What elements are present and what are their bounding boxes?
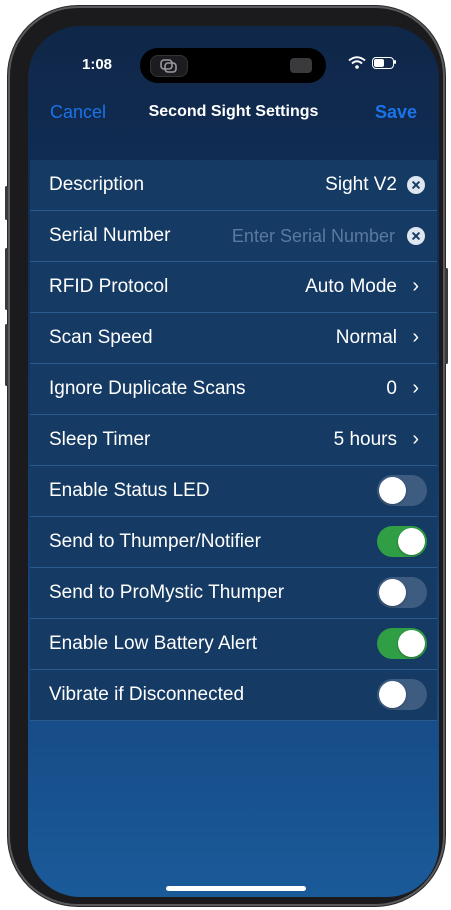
row-label: Send to ProMystic Thumper	[49, 582, 285, 603]
row-vibrate-if-disconnected: Vibrate if Disconnected	[30, 670, 437, 721]
row-label: Enable Low Battery Alert	[49, 633, 258, 654]
activity-icon	[150, 55, 188, 77]
row-ignore-duplicate-scans[interactable]: Ignore Duplicate Scans 0 ›	[30, 364, 437, 415]
vibrate-toggle[interactable]	[377, 679, 427, 710]
dynamic-island	[140, 48, 326, 83]
serial-number-field[interactable]: Enter Serial Number	[232, 226, 395, 247]
row-label: Serial Number	[49, 225, 171, 246]
row-description[interactable]: Description Sight V2	[30, 160, 437, 211]
promystic-thumper-toggle[interactable]	[377, 577, 427, 608]
save-button[interactable]: Save	[375, 102, 417, 123]
row-value: Auto Mode	[305, 276, 397, 297]
battery-icon	[372, 57, 394, 69]
chevron-right-icon: ›	[412, 275, 419, 297]
low-battery-alert-toggle[interactable]	[377, 628, 427, 659]
row-label: Scan Speed	[49, 327, 153, 348]
row-label: Enable Status LED	[49, 480, 210, 501]
status-led-toggle[interactable]	[377, 475, 427, 506]
power-button	[445, 268, 448, 364]
action-button	[5, 186, 8, 220]
row-value: Normal	[335, 327, 397, 348]
clear-circle-icon[interactable]	[407, 227, 425, 245]
row-serial-number[interactable]: Serial Number Enter Serial Number	[30, 211, 437, 262]
chevron-right-icon: ›	[412, 428, 419, 450]
row-rfid-protocol[interactable]: RFID Protocol Auto Mode ›	[30, 262, 437, 313]
battery-tip	[394, 60, 396, 64]
status-bar: 1:08	[28, 26, 439, 88]
row-value: 5 hours	[333, 429, 397, 450]
row-label: Send to Thumper/Notifier	[49, 531, 261, 552]
volume-up-button	[5, 248, 8, 310]
thumper-notifier-toggle[interactable]	[377, 526, 427, 557]
row-send-to-promystic: Send to ProMystic Thumper	[30, 568, 437, 619]
row-label: Sleep Timer	[49, 429, 151, 450]
description-field[interactable]: Sight V2	[325, 174, 397, 196]
wifi-icon	[348, 56, 366, 69]
screen: 1:08 Cancel Second Sight Settings Save D…	[28, 26, 439, 897]
row-label: Vibrate if Disconnected	[49, 684, 245, 705]
row-scan-speed[interactable]: Scan Speed Normal ›	[30, 313, 437, 364]
volume-down-button	[5, 324, 8, 386]
settings-list: Description Sight V2 Serial Number Enter…	[30, 160, 437, 721]
row-label: Ignore Duplicate Scans	[49, 378, 246, 399]
row-value: 0	[386, 378, 397, 399]
status-time: 1:08	[82, 56, 113, 73]
tv-icon	[290, 58, 312, 73]
row-sleep-timer[interactable]: Sleep Timer 5 hours ›	[30, 415, 437, 466]
row-send-to-thumper: Send to Thumper/Notifier	[30, 517, 437, 568]
phone-frame: 1:08 Cancel Second Sight Settings Save D…	[5, 6, 448, 906]
row-enable-status-led: Enable Status LED	[30, 466, 437, 517]
navigation-bar: Cancel Second Sight Settings Save	[28, 98, 439, 128]
row-label: RFID Protocol	[49, 276, 169, 297]
row-label: Description	[49, 174, 145, 195]
home-indicator[interactable]	[166, 886, 306, 891]
row-low-battery-alert: Enable Low Battery Alert	[30, 619, 437, 670]
chevron-right-icon: ›	[412, 377, 419, 399]
clear-circle-icon[interactable]	[407, 176, 425, 194]
chevron-right-icon: ›	[412, 326, 419, 348]
